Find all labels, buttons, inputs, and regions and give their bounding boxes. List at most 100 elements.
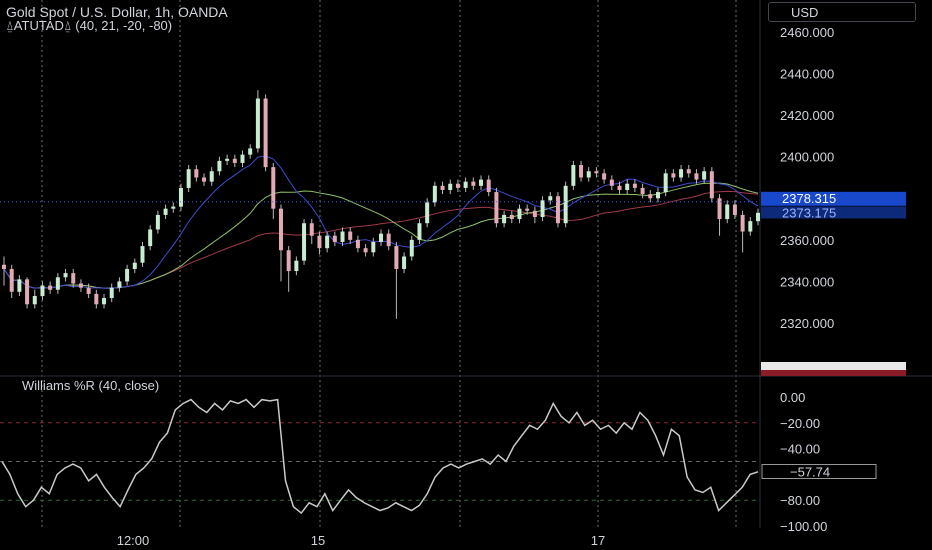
candle-body bbox=[679, 169, 684, 178]
candle-body bbox=[555, 196, 560, 224]
wr-line bbox=[1, 398, 759, 515]
candle-body bbox=[309, 223, 314, 236]
candle-body bbox=[509, 214, 514, 220]
candle-body bbox=[17, 279, 22, 292]
candle-body bbox=[325, 235, 330, 249]
candle-body bbox=[163, 208, 168, 215]
candle-body bbox=[148, 229, 153, 247]
candle-body bbox=[571, 165, 576, 186]
candle-body bbox=[471, 181, 476, 186]
candle-body bbox=[302, 223, 307, 261]
candle-body bbox=[55, 277, 60, 290]
time-tick-label: 15 bbox=[311, 533, 325, 548]
wr-tick-label: −20.00 bbox=[780, 416, 820, 431]
candle-body bbox=[263, 98, 268, 168]
candle-body bbox=[371, 241, 376, 253]
candle-body bbox=[117, 281, 122, 288]
candle-body bbox=[102, 298, 107, 305]
price-tick-label: 2420.000 bbox=[780, 108, 834, 123]
candle-body bbox=[409, 239, 414, 257]
wr-tick-label: 0.00 bbox=[780, 390, 805, 405]
price-tick-label: 2440.000 bbox=[780, 67, 834, 82]
wr-tick-label: −100.00 bbox=[780, 519, 827, 534]
currency-selector[interactable]: USD bbox=[768, 2, 916, 22]
candle-body bbox=[355, 239, 360, 249]
candle-body bbox=[63, 273, 68, 278]
candle-body bbox=[586, 171, 591, 178]
candle-body bbox=[9, 268, 14, 292]
candle-body bbox=[540, 200, 545, 217]
candle-body bbox=[740, 214, 745, 232]
candle-body bbox=[248, 148, 253, 155]
candle-body bbox=[171, 206, 176, 209]
candle-body bbox=[640, 187, 645, 195]
candle-body bbox=[379, 233, 383, 242]
candle-body bbox=[625, 183, 630, 190]
candle-body bbox=[186, 169, 191, 188]
candle-body bbox=[732, 204, 737, 215]
candle-body bbox=[78, 283, 83, 288]
edge-tag-white bbox=[761, 362, 906, 370]
candle-body bbox=[579, 165, 584, 178]
wr-tick-label: −40.00 bbox=[780, 442, 820, 457]
candle-body bbox=[125, 268, 130, 282]
candle-body bbox=[286, 250, 291, 272]
candle-body bbox=[617, 185, 622, 190]
candle-body bbox=[232, 158, 237, 163]
candle-body bbox=[348, 231, 353, 240]
candle-body bbox=[25, 279, 30, 305]
candle-body bbox=[209, 171, 214, 182]
candle-body bbox=[502, 214, 507, 224]
candle-body bbox=[463, 181, 468, 188]
candle-body bbox=[194, 169, 199, 178]
price-tick-label: 2320.000 bbox=[780, 316, 834, 331]
candle-body bbox=[178, 187, 183, 207]
wr-last-value: −57.74 bbox=[790, 464, 830, 479]
indicator-label[interactable]: ⍙ATUTAD⍙ (40, 21, -20, -80) bbox=[6, 18, 172, 34]
candle-body bbox=[532, 210, 537, 217]
candle-body bbox=[655, 192, 660, 199]
candle-body bbox=[48, 285, 53, 290]
candle-body bbox=[663, 173, 668, 193]
trading-chart[interactable]: 2460.0002440.0002420.0002400.0002380.000… bbox=[0, 0, 932, 550]
candle-body bbox=[71, 273, 76, 284]
candle-body bbox=[709, 171, 714, 199]
candle-body bbox=[394, 246, 399, 269]
candle-body bbox=[694, 173, 699, 180]
edge-tag-red bbox=[761, 370, 906, 376]
candle-body bbox=[602, 173, 607, 180]
candle-body bbox=[517, 208, 522, 220]
candle-body bbox=[402, 256, 407, 269]
candle-body bbox=[594, 171, 599, 174]
last-price-value: 2378.315 bbox=[782, 191, 836, 206]
candle-body bbox=[109, 287, 114, 299]
candle-body bbox=[2, 264, 6, 269]
candle-body bbox=[40, 285, 45, 296]
candle-body bbox=[217, 160, 222, 172]
price-tick-label: 2360.000 bbox=[780, 233, 834, 248]
candle-body bbox=[255, 98, 260, 149]
price-tick-label: 2460.000 bbox=[780, 25, 834, 40]
williams-r-label[interactable]: Williams %R (40, close) bbox=[22, 378, 159, 393]
candle-body bbox=[725, 204, 730, 220]
candle-body bbox=[86, 287, 91, 294]
candle-body bbox=[609, 179, 614, 186]
candle-body bbox=[671, 173, 676, 178]
candle-body bbox=[294, 260, 299, 272]
candle-body bbox=[132, 262, 137, 269]
time-tick-label: 17 bbox=[591, 533, 605, 548]
candle-body bbox=[702, 171, 707, 180]
candle-body bbox=[363, 248, 368, 253]
wr-tick-label: −80.00 bbox=[780, 493, 820, 508]
candle-body bbox=[94, 293, 99, 305]
candle-body bbox=[271, 167, 276, 209]
candle-body bbox=[440, 185, 445, 190]
candle-body bbox=[548, 196, 553, 201]
candle-body bbox=[494, 192, 499, 224]
candle-body bbox=[425, 202, 430, 224]
candle-body bbox=[386, 233, 391, 247]
candle-body bbox=[417, 223, 422, 240]
candle-body bbox=[240, 154, 245, 163]
candle-body bbox=[225, 158, 230, 161]
candle-body bbox=[563, 185, 568, 224]
